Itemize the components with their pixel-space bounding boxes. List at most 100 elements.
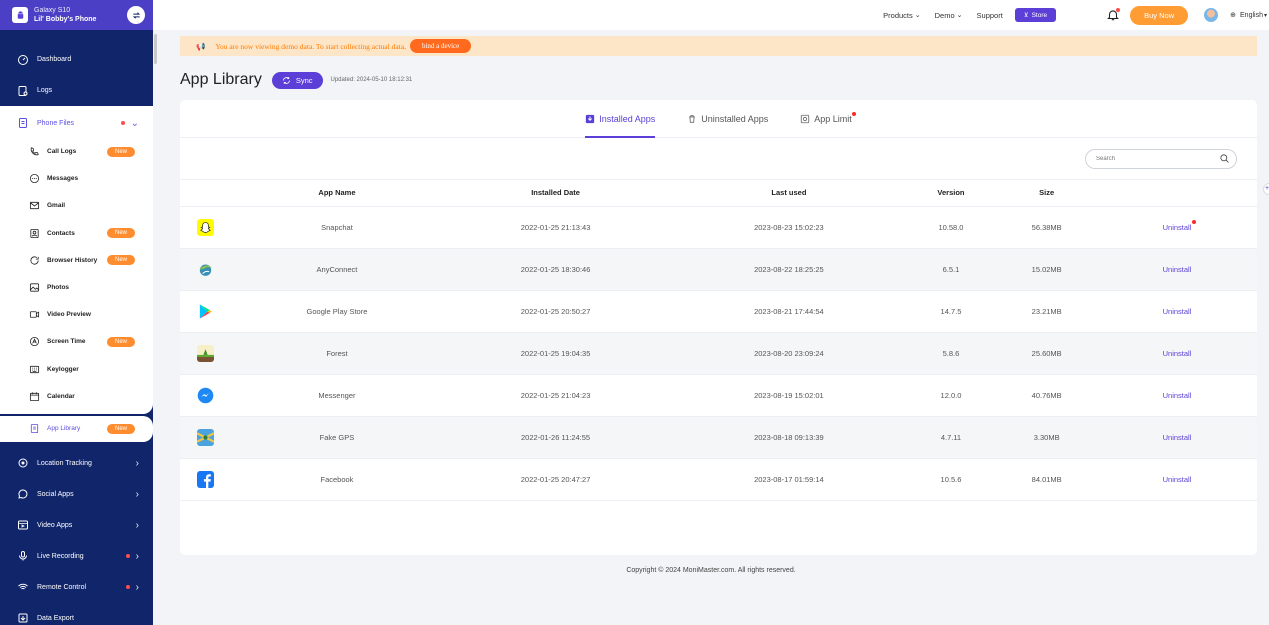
version: 10.58.0 <box>905 206 997 249</box>
caret-down-icon: ▾ <box>1263 12 1267 19</box>
video-icon <box>28 309 40 321</box>
microphone-icon <box>16 550 29 563</box>
language-label: English <box>1240 11 1263 19</box>
bind-device-button[interactable]: bind a device <box>409 39 472 53</box>
action-cell: Uninstall <box>1097 374 1257 417</box>
language-selector[interactable]: ⊕ English ▾ <box>1230 11 1267 20</box>
switch-device-icon[interactable] <box>127 6 145 24</box>
sidebar-item-label: Video Preview <box>47 311 91 319</box>
sidebar-item-label: Screen Time <box>47 338 86 346</box>
sidebar-item-label: Location Tracking <box>37 459 92 467</box>
app-name: Google Play Store <box>235 290 439 333</box>
sidebar-item-label: Photos <box>47 284 70 292</box>
top-bar: Products ⌄ Demo ⌄ Support ⊻ Store Buy No… <box>153 0 1269 30</box>
sidebar-item-phone-files[interactable]: Phone Files ⌄ <box>0 108 153 138</box>
table-row: Facebook 2022-01-25 20:47:27 2023-08-17 … <box>180 458 1257 501</box>
sidebar-item-label: Gmail <box>47 202 66 210</box>
last-used: 2023-08-17 01:59:14 <box>672 458 906 501</box>
sidebar-item-remote-control[interactable]: Remote Control › <box>0 572 153 603</box>
megaphone-icon: 📢 <box>196 41 206 51</box>
plus-icon[interactable]: + <box>1263 183 1269 195</box>
sidebar-item-calendar[interactable]: Calendar <box>0 383 153 410</box>
uninstall-button[interactable]: Uninstall <box>1163 349 1192 358</box>
anyconnect-icon <box>199 264 212 276</box>
store-button[interactable]: ⊻ Store <box>1014 8 1057 22</box>
sidebar-item-live-recording[interactable]: Live Recording › <box>0 541 153 572</box>
device-selector[interactable]: Galaxy S10 Lil' Bobby's Phone <box>0 0 153 30</box>
sidebar-item-contacts[interactable]: Contacts New <box>0 220 153 247</box>
sidebar-item-location-tracking[interactable]: Location Tracking › <box>0 448 153 479</box>
size: 25.60MB <box>996 332 1097 375</box>
snapchat-icon <box>197 218 214 236</box>
app-icon-cell <box>180 374 235 417</box>
sidebar-item-logs[interactable]: Logs <box>0 75 153 106</box>
action-column-header <box>1097 180 1257 207</box>
installed-icon <box>585 114 595 124</box>
tab-label: Uninstalled Apps <box>701 113 769 124</box>
copyright: Copyright © 2024 MoniMaster.com. All rig… <box>626 567 796 574</box>
size: 84.01MB <box>996 458 1097 501</box>
column-header: Version <box>905 180 997 207</box>
tab-installed-apps[interactable]: Installed Apps <box>585 100 656 138</box>
sidebar-scrollbar[interactable] <box>154 34 157 64</box>
uninstall-button[interactable]: Uninstall <box>1163 433 1192 442</box>
uninstall-button[interactable]: Uninstall <box>1163 307 1192 316</box>
sidebar-item-label: Live Recording <box>37 552 84 560</box>
sidebar-item-video-apps[interactable]: Video Apps › <box>0 510 153 541</box>
uninstall-button[interactable]: Uninstall <box>1163 219 1197 232</box>
new-badge: New <box>106 228 135 239</box>
sidebar-item-screen-time[interactable]: Screen Time New <box>0 328 153 355</box>
action-cell: Uninstall <box>1097 332 1257 375</box>
search-icon[interactable] <box>1219 153 1230 164</box>
last-used: 2023-08-22 18:25:25 <box>672 248 906 291</box>
installed-date: 2022-01-25 18:30:46 <box>438 248 673 291</box>
sidebar-item-gmail[interactable]: Gmail <box>0 192 153 219</box>
app-name: Messenger <box>235 374 439 417</box>
version: 5.8.6 <box>905 332 997 375</box>
icon-column-header <box>180 180 235 207</box>
products-menu[interactable]: Products ⌄ <box>883 11 920 20</box>
search-input[interactable] <box>1096 155 1219 162</box>
android-icon <box>12 7 28 23</box>
version: 10.5.6 <box>905 458 997 501</box>
uninstall-button[interactable]: Uninstall <box>1163 265 1192 274</box>
sidebar: Galaxy S10 Lil' Bobby's Phone Dashboard … <box>0 0 153 625</box>
sidebar-item-app-library[interactable]: App Library New <box>0 415 153 442</box>
uninstall-button[interactable]: Uninstall <box>1163 391 1192 400</box>
buy-now-button[interactable]: Buy Now <box>1130 5 1189 25</box>
avatar[interactable] <box>1204 8 1219 22</box>
fake-gps-icon <box>197 428 214 446</box>
tab-app-limit[interactable]: App Limit <box>800 100 856 138</box>
app-icon-cell <box>180 458 235 501</box>
sidebar-item-data-export[interactable]: Data Export <box>0 603 153 625</box>
sidebar-nav: Dashboard Logs Phone Files ⌄ Call Logs N… <box>0 44 153 625</box>
sidebar-item-photos[interactable]: Photos <box>0 274 153 301</box>
uninstall-button[interactable]: Uninstall <box>1163 475 1192 484</box>
last-used: 2023-08-20 23:09:24 <box>672 332 906 375</box>
demo-menu[interactable]: Demo ⌄ <box>935 11 963 20</box>
location-icon <box>16 457 29 470</box>
action-cell: Uninstall <box>1097 458 1257 501</box>
sidebar-item-keylogger[interactable]: Keylogger <box>0 356 153 383</box>
app-table: App Name Installed Date Last used Versio… <box>180 180 1257 501</box>
sidebar-item-social-apps[interactable]: Social Apps › <box>0 479 153 510</box>
sidebar-item-label: Logs <box>37 87 53 94</box>
tab-uninstalled-apps[interactable]: Uninstalled Apps <box>687 100 768 138</box>
chevron-right-icon: › <box>135 457 139 469</box>
support-link[interactable]: Support <box>977 11 1003 20</box>
sidebar-item-browser-history[interactable]: Browser History New <box>0 247 153 274</box>
forest-icon <box>197 344 214 362</box>
sidebar-item-video-preview[interactable]: Video Preview <box>0 301 153 328</box>
sidebar-item-messages[interactable]: Messages <box>0 165 153 192</box>
products-label: Products <box>883 10 913 20</box>
sync-button[interactable]: Sync <box>271 71 323 89</box>
new-badge: New <box>106 255 135 266</box>
sidebar-item-call-logs[interactable]: Call Logs New <box>0 138 153 165</box>
sidebar-bottom-items: Location Tracking › Social Apps › Video … <box>0 441 153 625</box>
chevron-down-icon: ⌄ <box>914 12 921 19</box>
chevron-down-icon: ⌄ <box>956 12 963 19</box>
sidebar-item-dashboard[interactable]: Dashboard <box>0 44 153 75</box>
bell-icon[interactable] <box>1106 8 1121 22</box>
calendar-icon <box>28 390 40 402</box>
app-icon-cell <box>180 248 235 291</box>
